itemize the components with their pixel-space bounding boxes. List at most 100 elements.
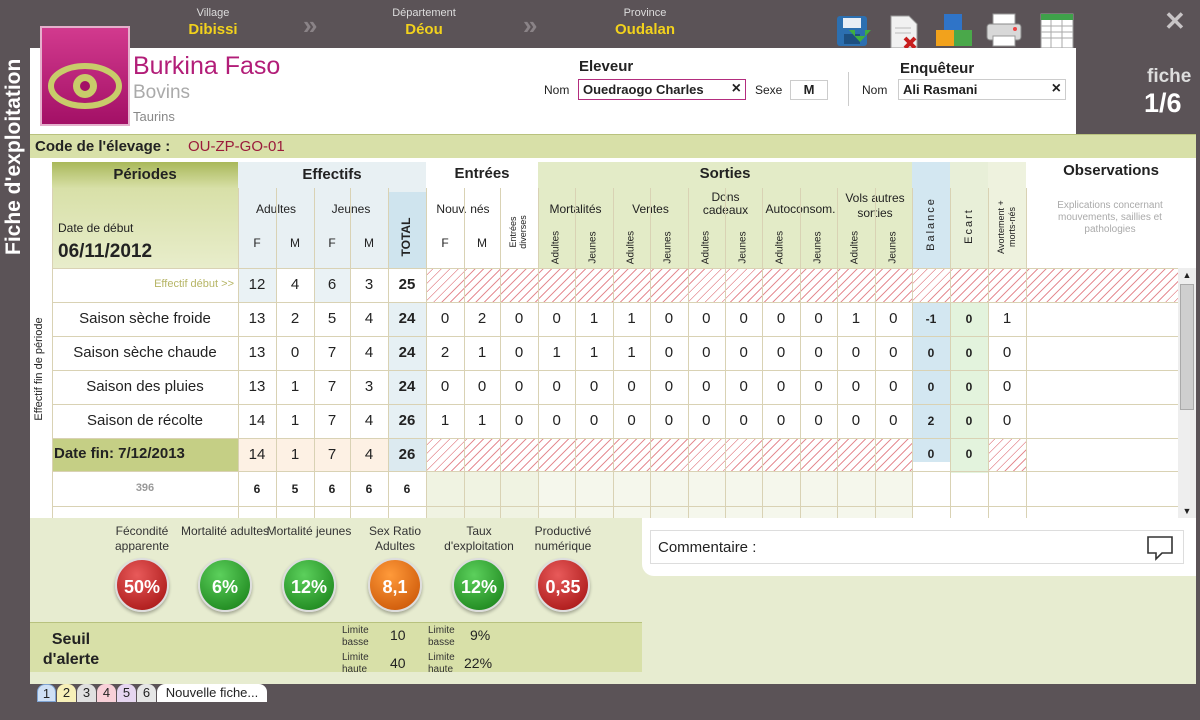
sortie-cell[interactable]: 1 [613,336,650,370]
sortie-cell[interactable]: 0 [725,404,762,438]
debut-cell[interactable]: 6 [314,268,350,302]
delete-sheet-icon[interactable] [885,10,923,50]
effectif-cell[interactable]: 4 [350,336,388,370]
entree-cell[interactable]: 1 [426,404,464,438]
breadcrumb-departement[interactable]: Département Déou [354,6,494,40]
sortie-cell[interactable]: 0 [650,370,687,404]
debut-cell[interactable]: 12 [238,268,276,302]
entree-cell[interactable]: 1 [464,336,500,370]
sortie-cell[interactable]: 0 [538,302,575,336]
sortie-cell[interactable]: 0 [762,302,799,336]
sortie-cell[interactable]: 0 [613,404,650,438]
sortie-cell[interactable]: 1 [613,302,650,336]
sortie-cell[interactable]: 0 [575,370,612,404]
sortie-cell[interactable]: 0 [725,370,762,404]
entree-cell[interactable]: 0 [426,302,464,336]
effectif-cell[interactable]: 26 [388,404,426,438]
sortie-cell[interactable]: 0 [538,404,575,438]
sortie-cell[interactable]: 0 [650,336,687,370]
sortie-cell[interactable]: 0 [538,370,575,404]
sortie-cell[interactable]: 0 [875,370,912,404]
commentaire-field[interactable]: Commentaire : [650,530,1184,564]
entree-cell[interactable]: 2 [464,302,500,336]
effectif-cell[interactable]: 4 [350,404,388,438]
sortie-cell[interactable]: 0 [837,336,874,370]
entree-cell[interactable]: 1 [464,404,500,438]
breadcrumb-village[interactable]: Village Dibissi [143,6,283,40]
effectif-cell[interactable]: 4 [350,302,388,336]
sortie-cell[interactable]: 0 [762,404,799,438]
effectif-cell[interactable]: 5 [314,302,350,336]
eleveur-name-field[interactable]: Ouedraogo Charles × [578,79,746,100]
effectif-cell[interactable]: 1 [276,370,314,404]
effectif-cell[interactable]: 1 [276,404,314,438]
sortie-cell[interactable]: 0 [688,336,725,370]
sortie-cell[interactable]: 0 [875,302,912,336]
debut-cell[interactable]: 25 [388,268,426,302]
spreadsheet-icon[interactable] [1037,10,1075,50]
save-icon[interactable] [835,10,873,50]
close-icon[interactable]: ✕ [1164,6,1186,37]
effectif-cell[interactable]: 2 [276,302,314,336]
avortement-cell[interactable]: 0 [988,370,1026,404]
tab-1[interactable]: 1 [37,684,56,702]
sortie-cell[interactable]: 0 [650,404,687,438]
effectif-cell[interactable]: 13 [238,370,276,404]
entree-cell[interactable]: 2 [426,336,464,370]
effectif-cell[interactable]: 24 [388,302,426,336]
debut-cell[interactable]: 3 [350,268,388,302]
effectif-cell[interactable]: 7 [314,370,350,404]
sortie-cell[interactable]: 0 [762,370,799,404]
sortie-cell[interactable]: 1 [575,336,612,370]
effectif-cell[interactable]: 14 [238,404,276,438]
effectif-cell[interactable]: 24 [388,336,426,370]
sortie-cell[interactable]: 0 [613,370,650,404]
tab-new-sheet[interactable]: Nouvelle fiche... [157,684,267,702]
sortie-cell[interactable]: 0 [800,302,837,336]
sortie-cell[interactable]: 0 [837,370,874,404]
avortement-cell[interactable]: 1 [988,302,1026,336]
effectif-cell[interactable]: 3 [350,370,388,404]
avortement-cell[interactable]: 0 [988,336,1026,370]
debut-cell[interactable]: 4 [276,268,314,302]
scrollbar[interactable]: ▲ ▼ [1178,268,1196,518]
entree-cell[interactable]: 0 [500,370,538,404]
sortie-cell[interactable]: 0 [575,404,612,438]
entree-cell[interactable]: 0 [500,404,538,438]
sortie-cell[interactable]: 1 [538,336,575,370]
sortie-cell[interactable]: 0 [875,404,912,438]
sortie-cell[interactable]: 0 [650,302,687,336]
tab-6[interactable]: 6 [137,684,156,702]
clear-icon[interactable]: × [1052,80,1061,98]
effectif-cell[interactable]: 24 [388,370,426,404]
clear-icon[interactable]: × [732,80,741,98]
scroll-up-icon[interactable]: ▲ [1178,268,1196,282]
sortie-cell[interactable]: 0 [688,302,725,336]
sortie-cell[interactable]: 0 [800,404,837,438]
effectif-cell[interactable]: 13 [238,336,276,370]
tab-2[interactable]: 2 [57,684,76,702]
effectif-cell[interactable]: 13 [238,302,276,336]
sexe-field[interactable]: M [790,80,828,100]
tab-3[interactable]: 3 [77,684,96,702]
enqueteur-name-field[interactable]: Ali Rasmani × [898,79,1066,100]
sortie-cell[interactable]: 0 [688,370,725,404]
date-debut-value[interactable]: 06/11/2012 [58,241,218,263]
avortement-cell[interactable]: 0 [988,404,1026,438]
sortie-cell[interactable]: 0 [800,370,837,404]
sortie-cell[interactable]: 0 [688,404,725,438]
print-icon[interactable] [985,10,1023,50]
sortie-cell[interactable]: 0 [725,336,762,370]
sortie-cell[interactable]: 0 [762,336,799,370]
sortie-cell[interactable]: 0 [800,336,837,370]
sortie-cell[interactable]: 0 [837,404,874,438]
sortie-cell[interactable]: 1 [575,302,612,336]
comment-icon[interactable] [1145,534,1175,562]
effectif-cell[interactable]: 0 [276,336,314,370]
tab-4[interactable]: 4 [97,684,116,702]
entree-cell[interactable]: 0 [426,370,464,404]
effectif-cell[interactable]: 7 [314,404,350,438]
scroll-thumb[interactable] [1180,284,1194,410]
entree-cell[interactable]: 0 [464,370,500,404]
tab-5[interactable]: 5 [117,684,136,702]
